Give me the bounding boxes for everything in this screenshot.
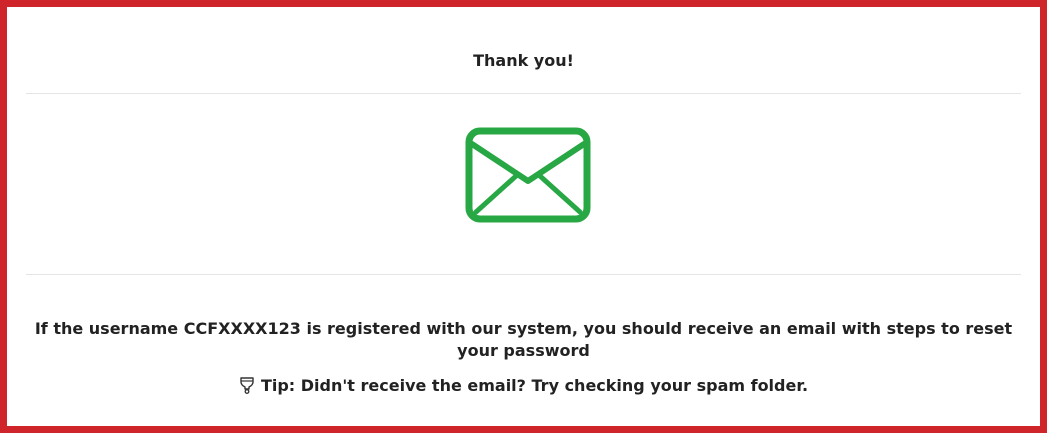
- top-divider: [26, 93, 1021, 94]
- reset-message: If the username CCFXXXX123 is registered…: [34, 319, 1013, 360]
- tip-text: Tip: Didn't receive the email? Try check…: [260, 376, 809, 395]
- bottom-divider: [26, 274, 1021, 275]
- lightbulb-icon: [240, 377, 254, 394]
- confirmation-panel: Thank you! If the username CCFXXXX123 is…: [0, 0, 1047, 433]
- page-title: Thank you!: [473, 51, 574, 70]
- tip-line: Tip: Didn't receive the email? Try check…: [7, 376, 1040, 396]
- envelope-icon: [465, 127, 591, 223]
